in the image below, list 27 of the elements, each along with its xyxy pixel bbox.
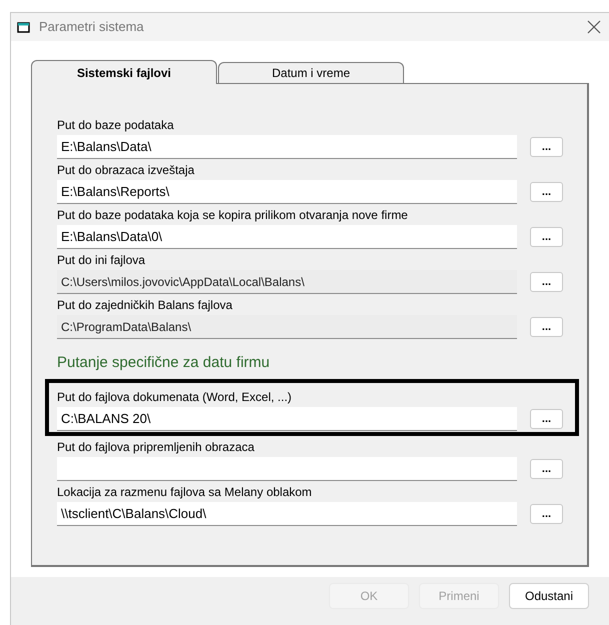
window-title: Parametri sistema [39, 18, 144, 36]
browse-button[interactable]: ... [530, 137, 563, 157]
path-field[interactable]: E:\Balans\Data\ [57, 135, 517, 159]
path-field[interactable] [57, 457, 517, 481]
window-icon [17, 20, 31, 34]
close-icon[interactable] [587, 20, 601, 34]
browse-button[interactable]: ... [530, 459, 563, 479]
dialog-button[interactable]: Odustani [509, 583, 589, 609]
field-label: Put do baze podataka koja se kopira prilikom otvaranja nove firme [57, 207, 409, 223]
field-label: Put do ini fajlova [57, 252, 146, 268]
section-heading: Putanje specifične za datu firmu [57, 353, 271, 373]
tab[interactable]: Datum i vreme [218, 62, 404, 83]
browse-button[interactable]: ... [530, 409, 563, 429]
path-field[interactable]: \\tsclient\C\Balans\Cloud\ [57, 502, 517, 526]
browse-button[interactable]: ... [530, 227, 563, 247]
path-field[interactable]: C:\BALANS 20\ [57, 407, 517, 431]
tab[interactable]: Sistemski fajlovi [31, 60, 217, 84]
field-label: Put do obrazaca izveštaja [57, 162, 196, 178]
field-label: Put do baze podataka [57, 117, 175, 133]
path-field[interactable]: E:\Balans\Data\0\ [57, 225, 517, 249]
field-label: Put do fajlova pripremljenih obrazaca [57, 439, 256, 455]
field-label: Put do fajlova dokumenata (Word, Excel, ...) [57, 389, 293, 405]
field-label: Put do zajedničkih Balans fajlova [57, 297, 234, 313]
field-label: Lokacija za razmenu fajlova sa Melany oblakom [57, 484, 313, 500]
browse-button[interactable]: ... [530, 504, 563, 524]
browse-button[interactable]: ... [530, 182, 563, 202]
path-field[interactable]: E:\Balans\Reports\ [57, 180, 517, 204]
